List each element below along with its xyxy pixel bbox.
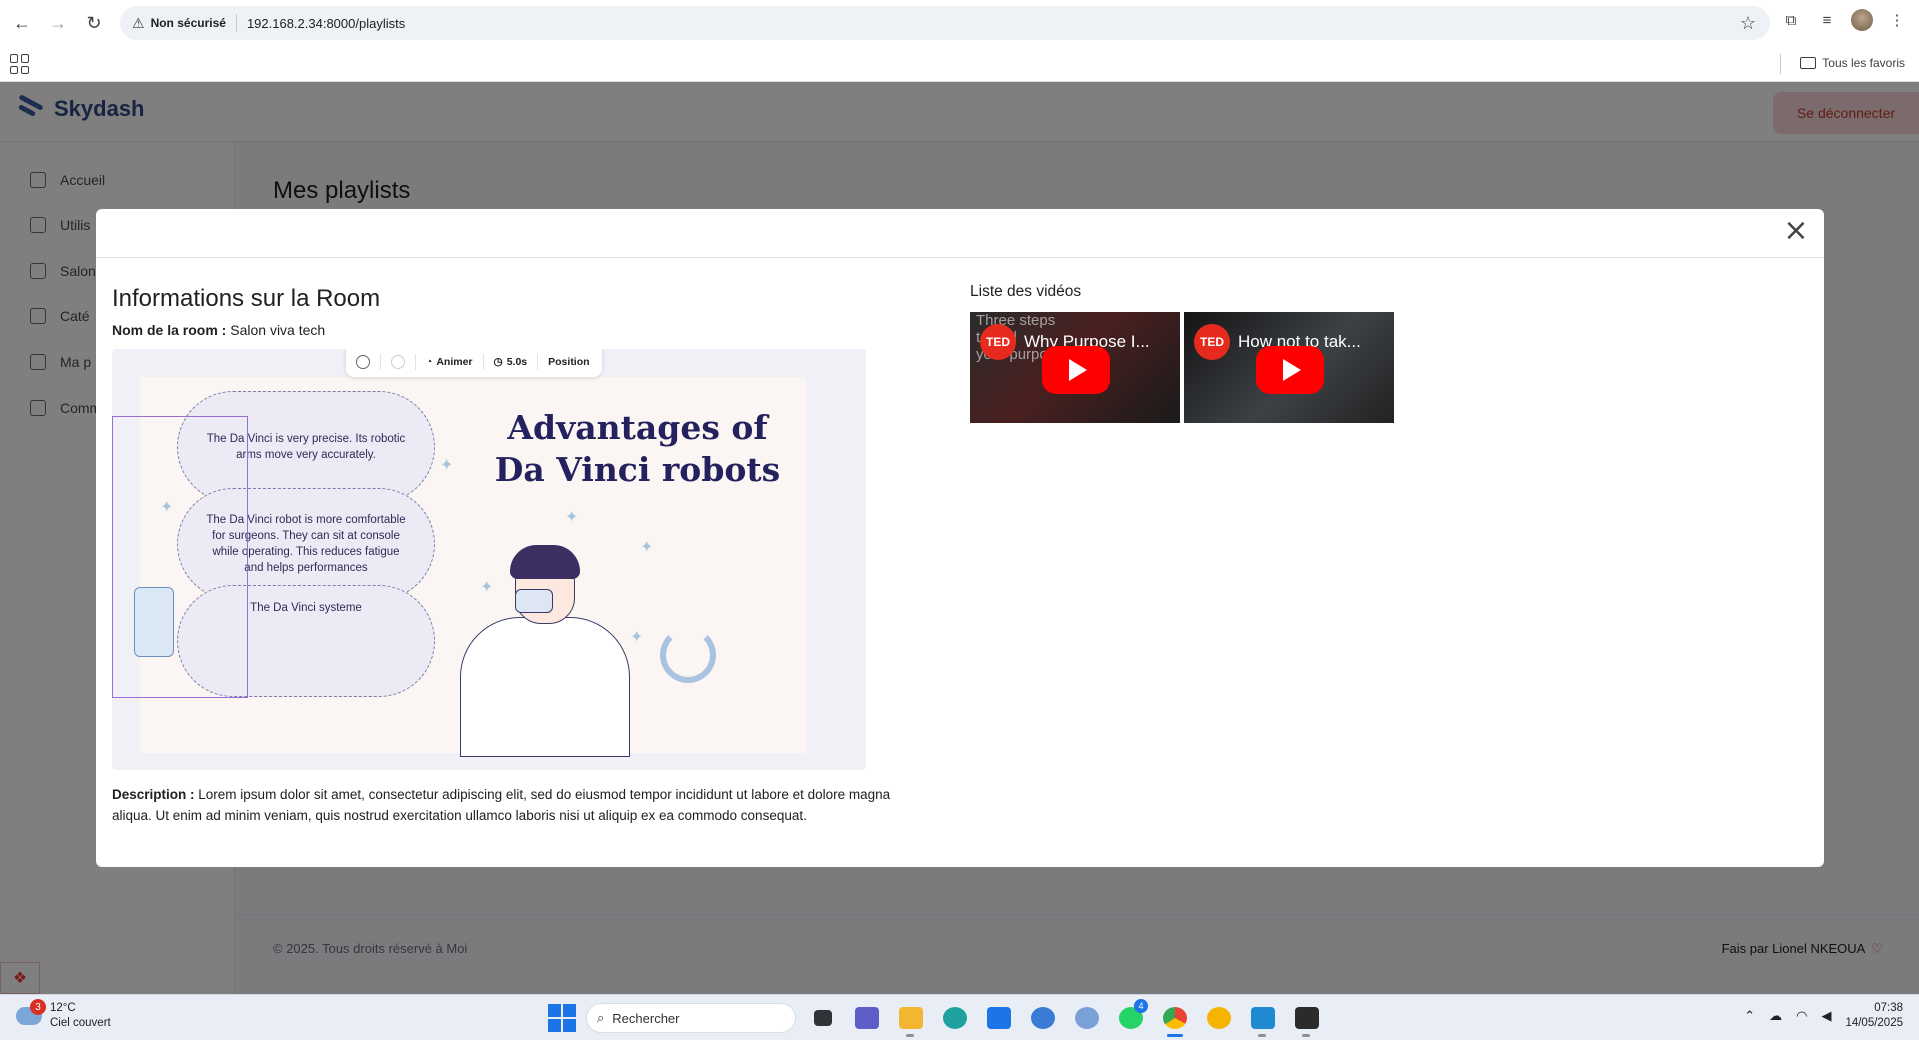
clock-icon: ◷ (493, 356, 503, 368)
doctor-illustration (460, 617, 630, 757)
network-off-icon[interactable]: ☁ (1769, 1008, 1782, 1024)
warning-icon: ⚠ (132, 14, 145, 31)
sparkle-icon: ✦ (440, 457, 454, 474)
taskbar-search[interactable]: ⌕ Rechercher (586, 1003, 796, 1033)
url-text[interactable]: 192.168.2.34:8000/playlists (247, 16, 405, 31)
clock[interactable]: 07:38 14/05/2025 (1845, 1001, 1903, 1031)
teams-icon[interactable] (850, 1001, 884, 1035)
task-view-icon[interactable] (806, 1001, 840, 1035)
color-icon (391, 355, 405, 369)
weather-text: 12°C Ciel couvert (50, 1001, 111, 1031)
apps-icon[interactable] (10, 54, 30, 74)
selection-box[interactable] (112, 416, 248, 698)
app-icon[interactable] (1026, 1001, 1060, 1035)
position-button[interactable]: Position (538, 354, 599, 370)
volume-icon[interactable]: ◀ (1821, 1008, 1831, 1024)
file-explorer-icon[interactable] (894, 1001, 928, 1037)
ted-logo: TED (1194, 324, 1230, 360)
search-placeholder: Rechercher (612, 1010, 680, 1026)
store-icon[interactable] (982, 1001, 1016, 1035)
bookmarks-folder-label: Tous les favoris (1822, 56, 1905, 70)
security-label[interactable]: Non sécurisé (151, 16, 226, 30)
taskbar-apps: ⌕ Rechercher 4 (548, 999, 1324, 1037)
weather-condition: Ciel couvert (50, 1017, 111, 1029)
star-icon[interactable]: ☆ (1740, 13, 1756, 34)
media-icon[interactable]: ≡ (1815, 8, 1839, 32)
slide-toolbar: ◔ Animer ◷ 5.0s Position (346, 349, 602, 377)
search-icon: ⌕ (597, 1010, 605, 1025)
room-modal: × Informations sur la Room Nom de la roo… (96, 209, 1824, 867)
address-bar[interactable]: ⚠ Non sécurisé 192.168.2.34:8000/playlis… (120, 6, 1770, 40)
room-description: Description : Lorem ipsum dolor sit amet… (112, 784, 932, 826)
edge-icon[interactable] (938, 1001, 972, 1035)
weather-badge: 3 (30, 999, 46, 1015)
duration-button[interactable]: ◷ 5.0s (484, 354, 539, 370)
vpn-icon[interactable] (1202, 1001, 1236, 1035)
tb-color[interactable] (381, 354, 416, 370)
bookmarks-bar: Tous les favoris (0, 46, 1919, 82)
menu-icon[interactable]: ⋮ (1885, 8, 1909, 32)
terminal-icon[interactable] (1290, 1001, 1324, 1037)
slide-preview[interactable]: Advantages of Da Vinci robots The Da Vin… (112, 349, 866, 770)
divider (1780, 54, 1781, 74)
taskbar: 3 12°C Ciel couvert ⌕ Rechercher 4 ⌃ ☁ ◠… (0, 994, 1919, 1040)
play-icon[interactable] (1042, 346, 1110, 394)
system-tray: ⌃ ☁ ◠ ◀ 07:38 14/05/2025 (1744, 1001, 1903, 1031)
wifi-icon[interactable]: ◠ (1796, 1008, 1807, 1024)
browser-actions: ⧉ ≡ ⋮ (1779, 8, 1909, 32)
chevron-up-icon[interactable]: ⌃ (1744, 1008, 1755, 1024)
extensions-icon[interactable]: ⧉ (1779, 8, 1803, 32)
videos-title: Liste des vidéos (970, 283, 1082, 300)
time: 07:38 (1874, 1002, 1903, 1014)
temperature: 12°C (50, 1002, 76, 1014)
position-label: Position (548, 356, 590, 368)
room-info-title: Informations sur la Room (112, 285, 381, 312)
rotate-icon (356, 355, 370, 369)
ted-logo: TED (980, 324, 1016, 360)
back-icon[interactable]: ← (4, 5, 40, 41)
whatsapp-icon[interactable]: 4 (1114, 999, 1148, 1035)
forward-icon[interactable]: → (40, 5, 76, 41)
sparkle-icon: ✦ (565, 509, 579, 526)
vscode-icon[interactable] (1246, 1001, 1280, 1037)
sparkle-icon: ✦ (630, 629, 644, 646)
play-icon[interactable] (1256, 346, 1324, 394)
animate-icon: ◔ (426, 356, 433, 368)
divider (235, 14, 237, 32)
room-name: Nom de la room : Salon viva tech (112, 322, 325, 338)
chrome-icon[interactable] (1158, 1001, 1192, 1037)
windows-start-icon[interactable] (548, 1004, 576, 1032)
animate-label: Animer (436, 356, 473, 368)
sparkle-icon: ✦ (480, 579, 494, 596)
reload-icon[interactable]: ↻ (76, 5, 112, 41)
slide-title: Advantages of Da Vinci robots (494, 408, 781, 489)
room-name-label: Nom de la room : (112, 322, 227, 338)
weather-widget[interactable]: 3 12°C Ciel couvert (16, 999, 111, 1031)
date: 14/05/2025 (1845, 1017, 1903, 1029)
stethoscope-illustration (660, 627, 716, 683)
tb-rotate[interactable] (346, 354, 381, 370)
duration-label: 5.0s (506, 356, 528, 368)
doctor-hair (510, 545, 580, 579)
browser-toolbar: ← → ↻ ⚠ Non sécurisé 192.168.2.34:8000/p… (0, 0, 1919, 46)
video-thumbnail[interactable]: TED How not to tak... (1184, 312, 1394, 423)
bookmarks-folder[interactable]: Tous les favoris (1800, 56, 1905, 70)
close-icon[interactable]: × (1782, 216, 1810, 247)
doctor-mask (515, 589, 553, 613)
sparkle-icon: ✦ (640, 539, 654, 556)
description-label: Description : (112, 787, 195, 802)
room-name-value: Salon viva tech (230, 322, 326, 338)
modal-header: × (96, 209, 1824, 258)
animate-button[interactable]: ◔ Animer (416, 354, 484, 370)
description-value: Lorem ipsum dolor sit amet, consectetur … (112, 787, 891, 823)
r-app-icon[interactable] (1070, 1001, 1104, 1035)
cloud-icon: 3 (16, 999, 46, 1025)
folder-icon (1800, 57, 1817, 69)
whatsapp-badge: 4 (1134, 999, 1148, 1013)
profile-avatar[interactable] (1851, 9, 1873, 31)
video-thumbnail[interactable]: Three steps to find your purpose TED Why… (970, 312, 1180, 423)
